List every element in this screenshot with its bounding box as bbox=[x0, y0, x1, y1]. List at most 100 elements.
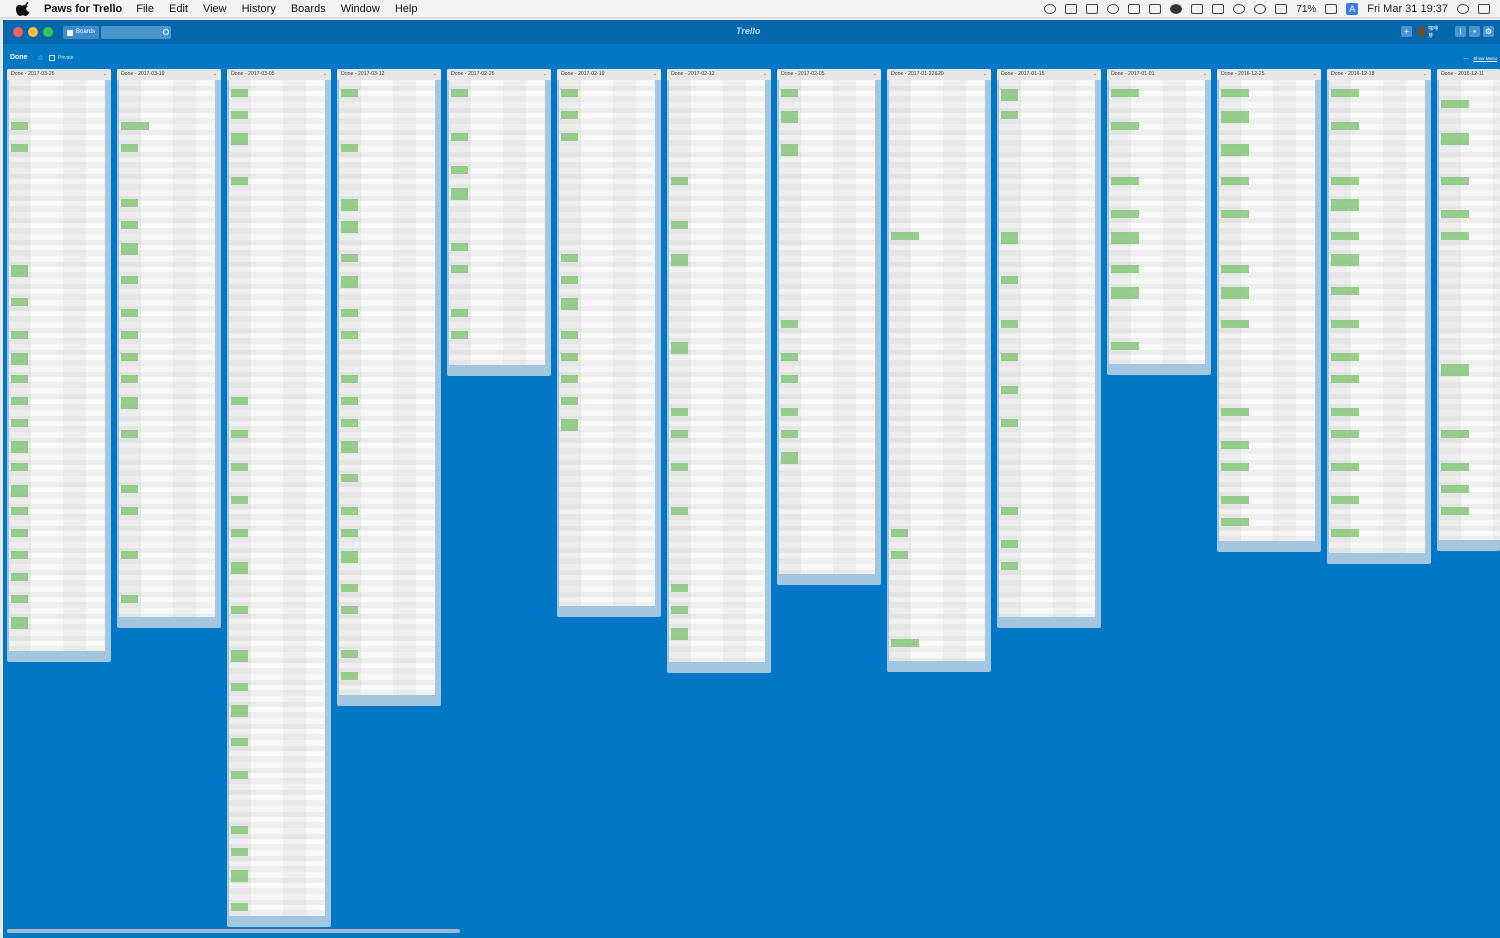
list-menu-icon[interactable]: ⌄ bbox=[1203, 69, 1207, 80]
list-header[interactable]: Done - 2017-03-05 ⌄ bbox=[227, 69, 331, 80]
trello-logo[interactable]: Trello bbox=[736, 26, 760, 36]
card-stack[interactable] bbox=[9, 80, 105, 651]
list-header[interactable]: Done - 2017-01-01 ⌄ bbox=[1107, 69, 1211, 80]
member-menu-button[interactable]: 咖啡芽 bbox=[1417, 25, 1441, 39]
notification-center-icon[interactable] bbox=[1478, 4, 1490, 14]
add-button[interactable]: + bbox=[1401, 26, 1412, 37]
card-stack[interactable] bbox=[229, 80, 325, 916]
command-icon[interactable] bbox=[1128, 4, 1141, 14]
search-icon[interactable] bbox=[163, 29, 169, 35]
list-done-2016-12-11[interactable]: Done - 2016-12-11 bbox=[1437, 69, 1500, 551]
list-done-2017-03-26[interactable]: Done - 2017-03-26 ⌄ bbox=[7, 69, 111, 662]
list-header[interactable]: Done - 2017-02-26 ⌄ bbox=[447, 69, 551, 80]
list-menu-icon[interactable]: ⌄ bbox=[103, 69, 107, 80]
list-done-2017-01-01[interactable]: Done - 2017-01-01 ⌄ bbox=[1107, 69, 1211, 375]
list-done-2016-12-25[interactable]: Done - 2016-12-25 ⌄ bbox=[1217, 69, 1321, 552]
list-done-2017-02-26[interactable]: Done - 2017-02-26 ⌄ bbox=[447, 69, 551, 376]
list-header[interactable]: Done - 2017-03-12 ⌄ bbox=[337, 69, 441, 80]
airplay-icon[interactable] bbox=[1275, 4, 1288, 14]
menu-view[interactable]: View bbox=[203, 3, 227, 15]
menu-help[interactable]: Help bbox=[395, 3, 418, 15]
card-label-green bbox=[561, 375, 578, 383]
grid-icon[interactable] bbox=[1191, 4, 1204, 14]
extension-icon[interactable] bbox=[1044, 4, 1057, 14]
info-icon[interactable]: i bbox=[1455, 26, 1466, 37]
zoom-window-button[interactable] bbox=[43, 27, 53, 37]
list-done-2017-03-19[interactable]: Done - 2017-03-19 ⌄ bbox=[117, 69, 221, 628]
alfred-hat-icon[interactable] bbox=[1170, 4, 1183, 14]
card-stack[interactable] bbox=[119, 80, 215, 617]
horizontal-scrollbar[interactable] bbox=[7, 929, 460, 933]
menu-history[interactable]: History bbox=[242, 3, 276, 15]
menu-window[interactable]: Window bbox=[341, 3, 380, 15]
battery-icon[interactable] bbox=[1325, 4, 1338, 14]
card-stack[interactable] bbox=[779, 80, 875, 574]
list-menu-icon[interactable]: ⌄ bbox=[873, 69, 877, 80]
card-stack[interactable] bbox=[1329, 80, 1425, 553]
list-header[interactable]: Done - 2017-03-26 ⌄ bbox=[7, 69, 111, 80]
show-menu-link[interactable]: Show Menu bbox=[1473, 56, 1497, 61]
wifi-icon[interactable] bbox=[1254, 4, 1267, 14]
list-menu-icon[interactable]: ⌄ bbox=[543, 69, 547, 80]
list-header[interactable]: Done - 2016-12-25 ⌄ bbox=[1217, 69, 1321, 80]
card-stack[interactable] bbox=[559, 80, 655, 606]
list-done-2017-03-12[interactable]: Done - 2017-03-12 ⌄ bbox=[337, 69, 441, 706]
list-header[interactable]: Done - 2016-12-11 bbox=[1437, 69, 1500, 80]
card-stack[interactable] bbox=[1219, 80, 1315, 541]
apple-icon[interactable] bbox=[16, 1, 30, 16]
list-menu-icon[interactable]: ⌄ bbox=[213, 69, 217, 80]
card-stack[interactable] bbox=[449, 80, 545, 365]
boards-button[interactable]: Boards bbox=[63, 26, 100, 39]
card-stack[interactable] bbox=[1439, 80, 1500, 540]
list-header[interactable]: Done - 2017-03-19 ⌄ bbox=[117, 69, 221, 80]
dropbox-icon[interactable] bbox=[1086, 4, 1099, 14]
settings-gear-icon[interactable]: ⚙ bbox=[1483, 26, 1494, 37]
privacy-button[interactable]: Private bbox=[58, 55, 74, 61]
toggle-icon[interactable] bbox=[1212, 4, 1225, 14]
list-done-2017-03-05[interactable]: Done - 2017-03-05 ⌄ bbox=[227, 69, 331, 927]
list-done-2016-12-18[interactable]: Done - 2016-12-18 ⌄ bbox=[1327, 69, 1431, 564]
app-b-icon[interactable] bbox=[1107, 4, 1120, 14]
more-icon[interactable]: … bbox=[1463, 55, 1469, 61]
minimize-window-button[interactable] bbox=[28, 27, 38, 37]
card-stack[interactable] bbox=[669, 80, 765, 662]
spotlight-search-icon[interactable] bbox=[1457, 4, 1469, 14]
list-done-2017-01-15[interactable]: Done - 2017-01-15 ⌄ bbox=[997, 69, 1101, 628]
list-done-2017-02-19[interactable]: Done - 2017-02-19 ⌄ bbox=[557, 69, 661, 617]
list-done-2017-01-22-29[interactable]: Done - 2017-01-22&29 ⌄ bbox=[887, 69, 991, 672]
list-menu-icon[interactable]: ⌄ bbox=[653, 69, 657, 80]
list-done-2017-02-05[interactable]: Done - 2017-02-05 ⌄ bbox=[777, 69, 881, 585]
list-header[interactable]: Done - 2017-02-12 ⌄ bbox=[667, 69, 771, 80]
menu-boards[interactable]: Boards bbox=[291, 3, 326, 15]
list-menu-icon[interactable]: ⌄ bbox=[1093, 69, 1097, 80]
list-menu-icon[interactable]: ⌄ bbox=[433, 69, 437, 80]
list-header[interactable]: Done - 2017-01-22&29 ⌄ bbox=[887, 69, 991, 80]
document-icon[interactable] bbox=[1149, 4, 1162, 14]
list-menu-icon[interactable]: ⌄ bbox=[323, 69, 327, 80]
list-header[interactable]: Done - 2017-02-19 ⌄ bbox=[557, 69, 661, 80]
notifications-bell-icon[interactable]: • bbox=[1469, 26, 1480, 37]
search-input[interactable] bbox=[101, 26, 171, 39]
card-stack[interactable] bbox=[339, 80, 435, 695]
menu-edit[interactable]: Edit bbox=[169, 3, 188, 15]
list-menu-icon[interactable]: ⌄ bbox=[1423, 69, 1427, 80]
card-stack[interactable] bbox=[1109, 80, 1205, 364]
display-icon[interactable] bbox=[1065, 4, 1078, 14]
list-menu-icon[interactable]: ⌄ bbox=[763, 69, 767, 80]
list-header[interactable]: Done - 2017-02-05 ⌄ bbox=[777, 69, 881, 80]
star-icon[interactable]: ☆ bbox=[37, 54, 43, 62]
menu-file[interactable]: File bbox=[136, 3, 154, 15]
info-icon[interactable] bbox=[1233, 4, 1246, 14]
card-stack[interactable] bbox=[999, 80, 1095, 617]
list-done-2017-02-12[interactable]: Done - 2017-02-12 ⌄ bbox=[667, 69, 771, 673]
input-source-icon[interactable]: A bbox=[1346, 3, 1359, 15]
list-menu-icon[interactable]: ⌄ bbox=[983, 69, 987, 80]
app-name-menu[interactable]: Paws for Trello bbox=[44, 3, 122, 15]
clock[interactable]: Fri Mar 31 19:37 bbox=[1367, 3, 1448, 15]
list-header[interactable]: Done - 2016-12-18 ⌄ bbox=[1327, 69, 1431, 80]
card-stack[interactable] bbox=[889, 80, 985, 661]
list-header[interactable]: Done - 2017-01-15 ⌄ bbox=[997, 69, 1101, 80]
close-window-button[interactable] bbox=[13, 27, 23, 37]
board-title[interactable]: Done bbox=[10, 54, 28, 61]
list-menu-icon[interactable]: ⌄ bbox=[1313, 69, 1317, 80]
